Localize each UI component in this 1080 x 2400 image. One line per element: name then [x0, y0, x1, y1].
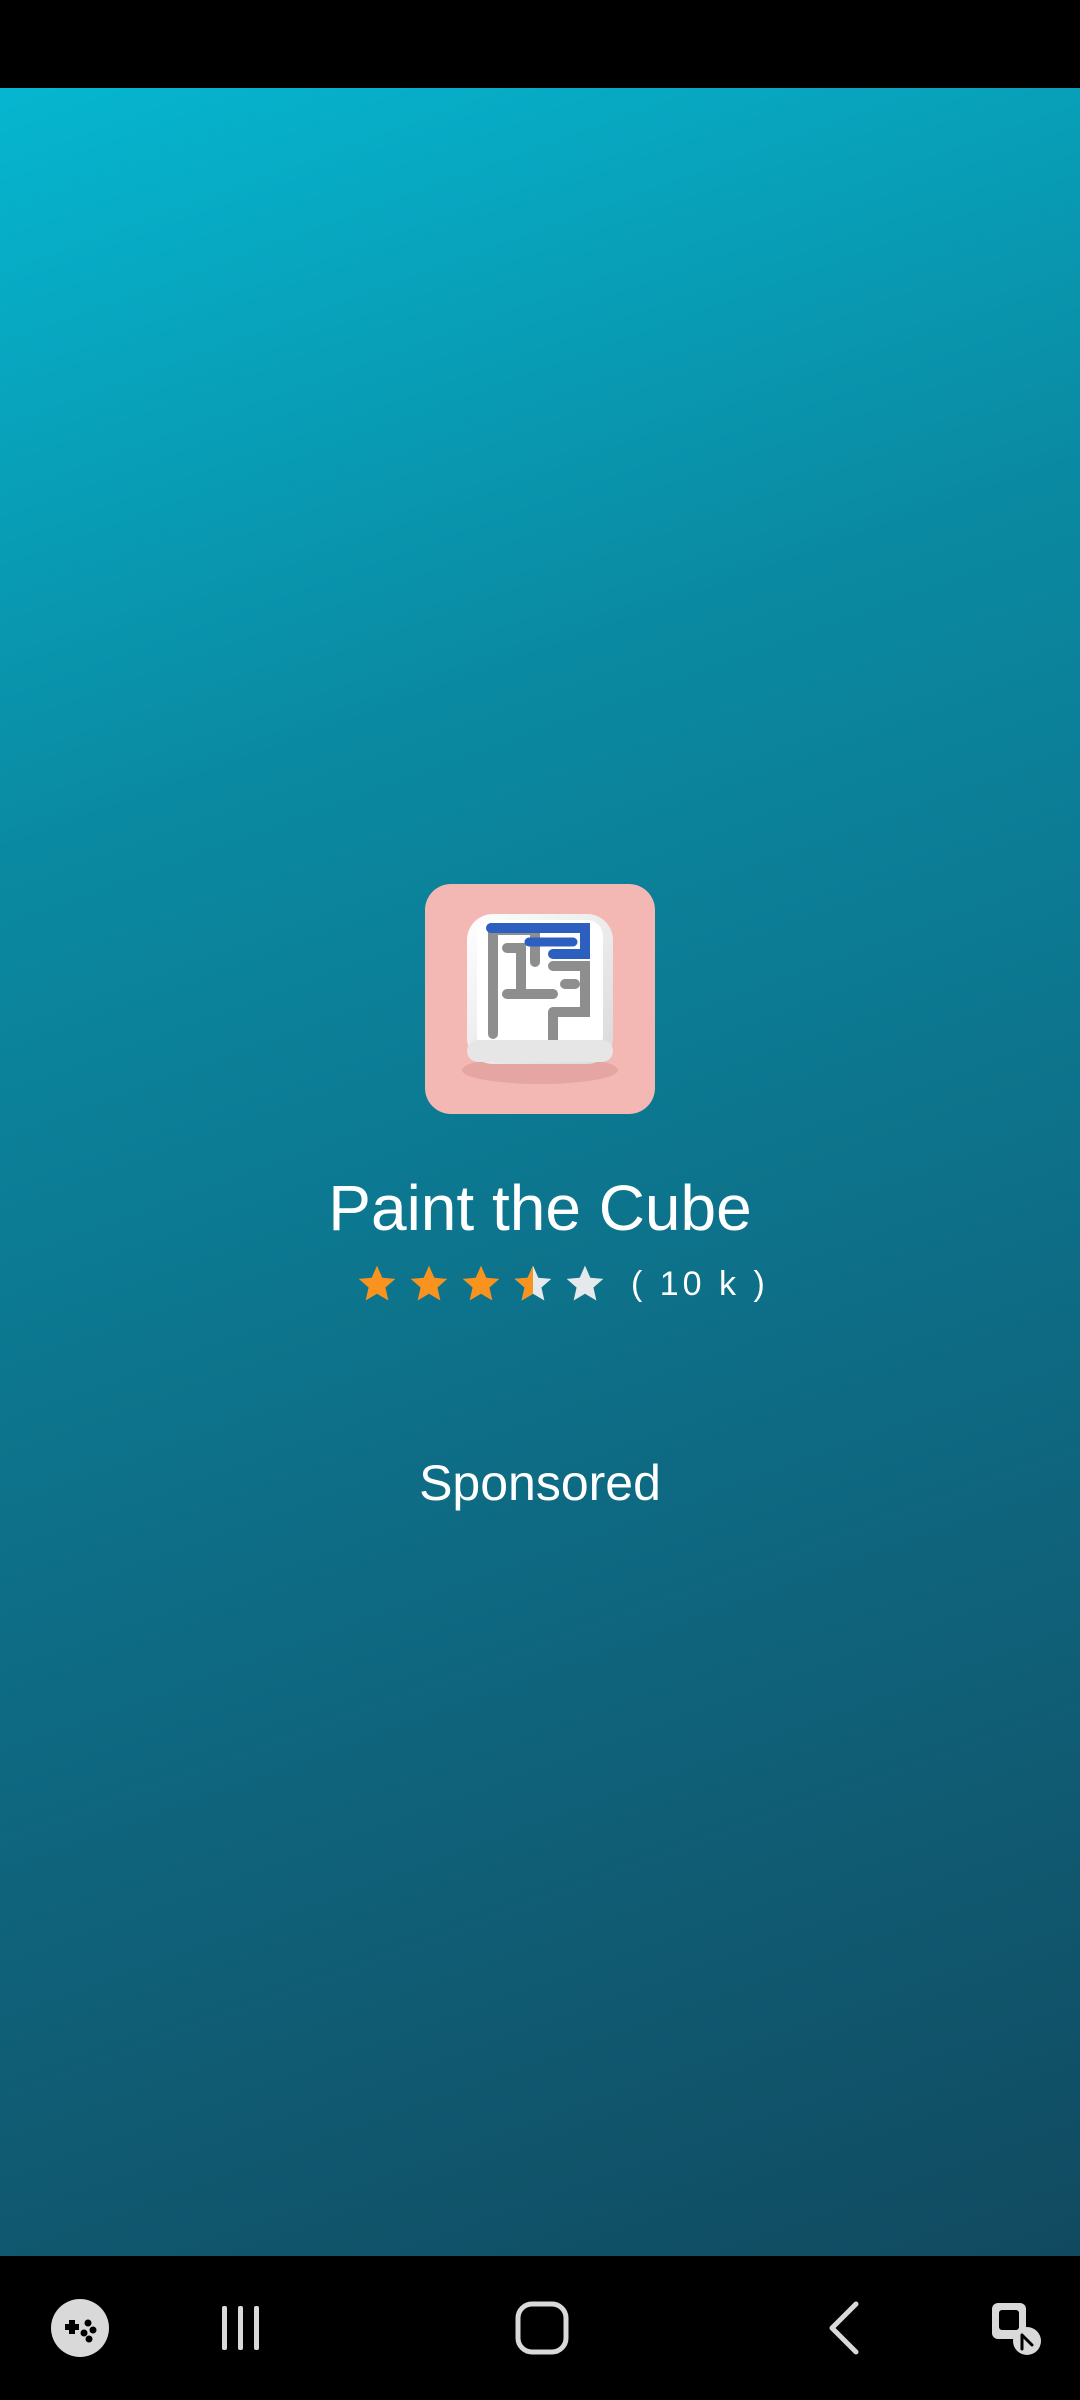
back-button[interactable]: [786, 2256, 906, 2400]
home-button[interactable]: [482, 2256, 602, 2400]
status-bar: [0, 0, 1080, 88]
app-title[interactable]: Paint the Cube: [0, 1168, 1080, 1248]
app-card: Paint the Cube ( 10 k ) Sponsored: [0, 88, 1080, 2256]
star-filled-icon: [410, 1265, 448, 1301]
sponsored-label: Sponsored: [419, 1455, 661, 1511]
app-icon[interactable]: [425, 884, 655, 1114]
star-filled-icon: [462, 1265, 500, 1301]
game-launcher-button[interactable]: [20, 2256, 140, 2400]
ad-screen[interactable]: Paint the Cube ( 10 k ) Sponsored: [0, 88, 1080, 2256]
rating-count: ( 10 k ): [631, 1264, 769, 1303]
recent-apps-button[interactable]: [180, 2256, 300, 2400]
rating-row: ( 10 k ): [355, 1256, 769, 1312]
star-half-icon: [514, 1265, 552, 1301]
star-filled-icon: [358, 1265, 396, 1301]
assistant-touch-icon: [992, 2303, 1041, 2355]
recent-apps-icon: [222, 2306, 259, 2350]
home-icon: [515, 2301, 569, 2355]
navigation-bar: [0, 2256, 1080, 2400]
star-empty-icon: [566, 1265, 604, 1301]
assistant-touch-button[interactable]: [960, 2256, 1070, 2400]
game-launcher-icon: [51, 2299, 109, 2357]
back-icon: [829, 2301, 859, 2355]
maze-cube-icon: [462, 914, 618, 1084]
